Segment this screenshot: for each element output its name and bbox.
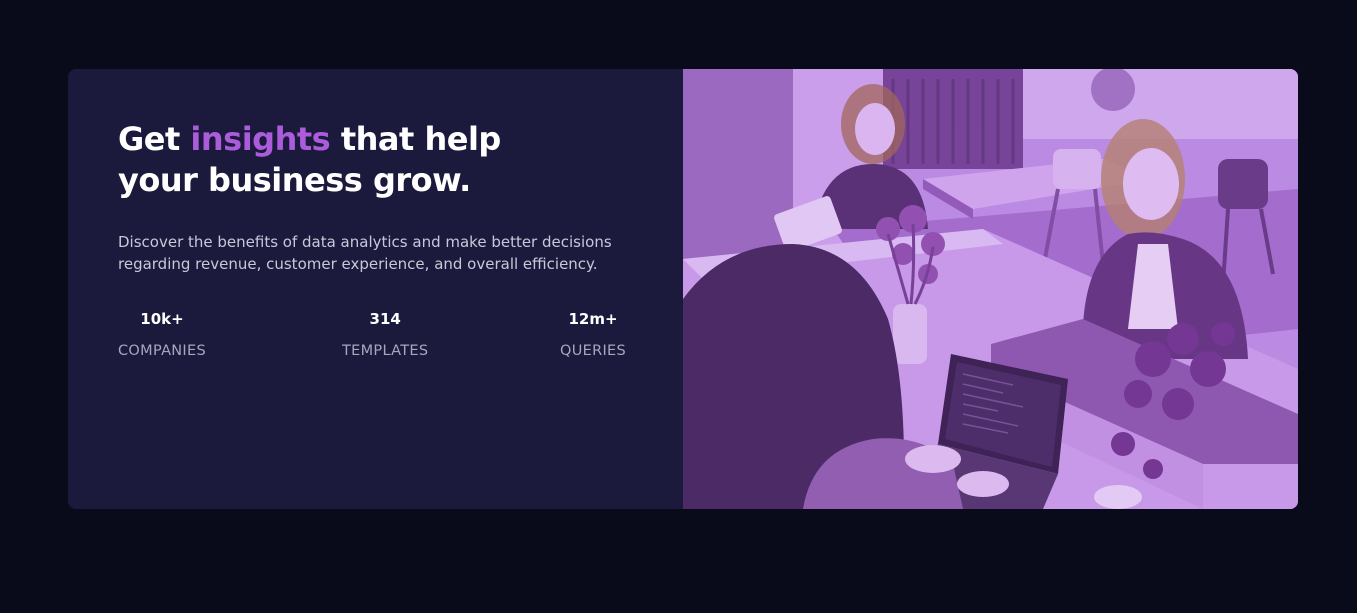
stats-row: 10k+ COMPANIES 314 TEMPLATES 12m+ QUERIE… (118, 309, 638, 369)
card-text-panel: Get insights that help your business gro… (68, 69, 683, 509)
stat-companies: 10k+ COMPANIES (118, 309, 206, 361)
headline-start: Get (118, 120, 191, 158)
description: Discover the benefits of data analytics … (118, 233, 612, 273)
stat-label: QUERIES (560, 343, 627, 359)
office-photo-illustration (683, 69, 1298, 509)
headline: Get insights that help your business gro… (118, 119, 588, 201)
stat-label: COMPANIES (118, 343, 206, 359)
stat-value: 10k+ (140, 310, 184, 328)
office-photo (683, 69, 1298, 509)
stat-templates: 314 TEMPLATES (342, 309, 428, 361)
stat-value: 314 (369, 310, 401, 328)
headline-accent: insights (190, 120, 331, 158)
stat-queries: 12m+ QUERIES (560, 309, 626, 361)
stats-preview-card: Get insights that help your business gro… (68, 69, 1298, 509)
stat-label: TEMPLATES (342, 343, 429, 359)
stat-value: 12m+ (568, 310, 618, 328)
